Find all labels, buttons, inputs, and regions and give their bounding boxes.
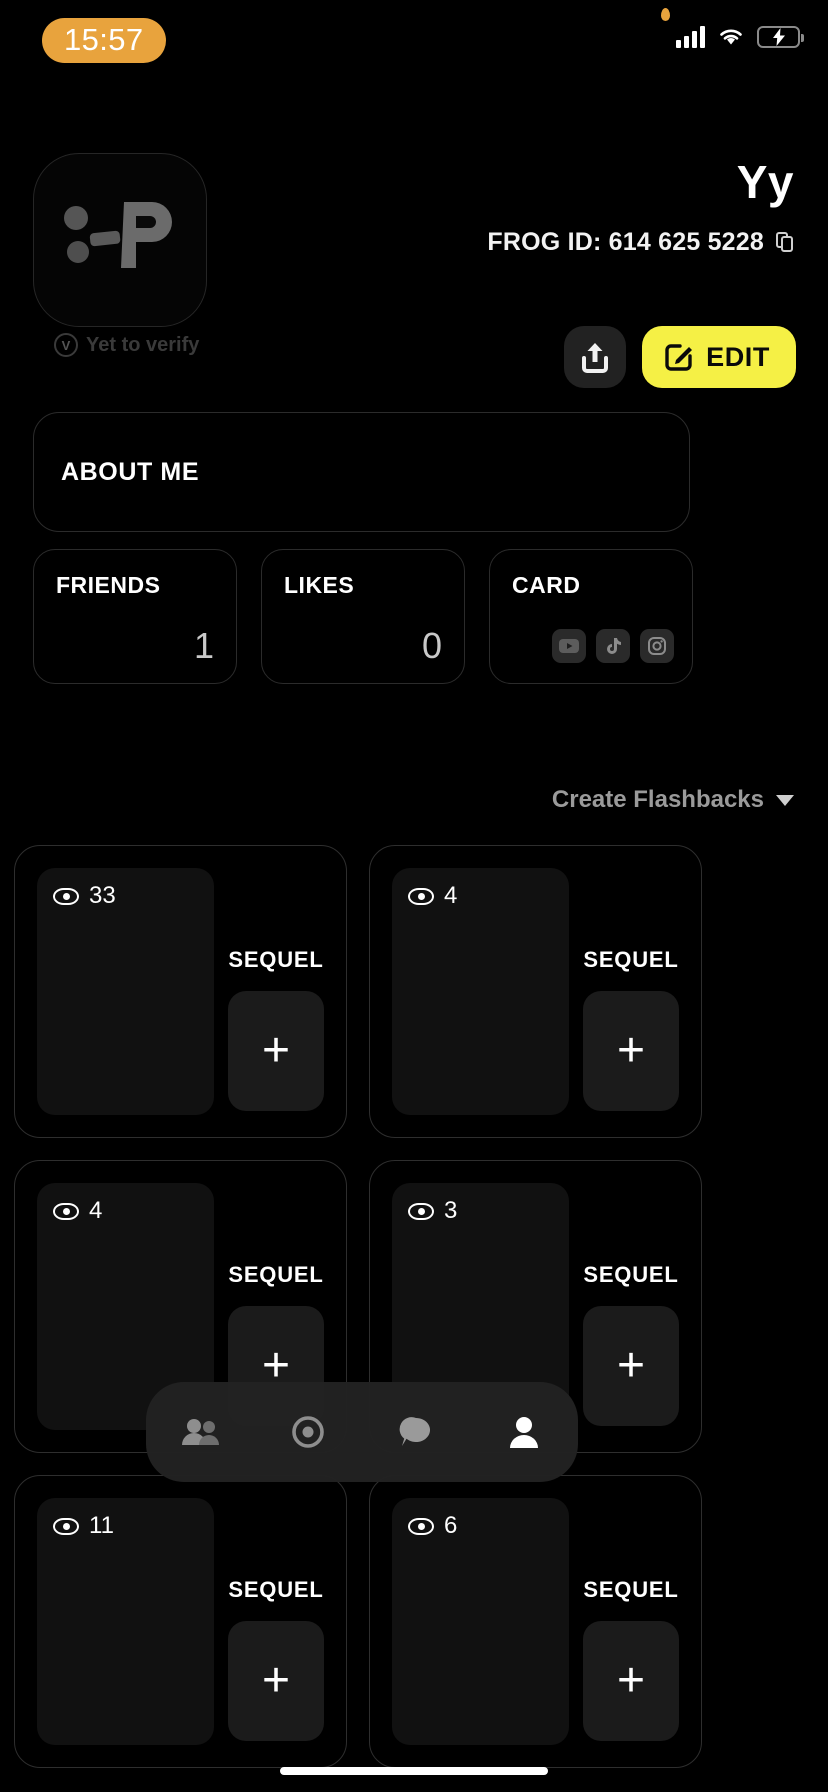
nav-item-chat[interactable] [384, 1400, 448, 1464]
view-count: 11 [53, 1512, 114, 1540]
page-title: Yy [736, 156, 794, 208]
stat-label: FRIENDS [56, 572, 161, 598]
flashback-card[interactable]: 33 SEQUEL + [14, 845, 347, 1138]
frog-id-label: FROG ID: 614 625 5228 [487, 228, 764, 256]
home-indicator [280, 1767, 548, 1775]
view-count: 4 [53, 1197, 102, 1225]
sequel-label: SEQUEL [228, 1262, 324, 1287]
stat-card-card[interactable]: CARD [489, 549, 693, 684]
pencil-square-icon [665, 344, 693, 371]
about-me-card[interactable]: ABOUT ME [33, 412, 690, 532]
flashbacks-grid: 33 SEQUEL + 4 SEQUEL + 4 SEQUEL + 3 SEQU… [14, 845, 814, 1768]
chevron-down-icon [776, 794, 794, 806]
stat-card-friends[interactable]: FRIENDS 1 [33, 549, 237, 684]
flashback-thumbnail[interactable]: 6 [392, 1498, 569, 1745]
share-upload-icon [582, 343, 609, 373]
view-count: 6 [408, 1512, 457, 1540]
profile-person-icon [510, 1417, 538, 1448]
add-sequel-button[interactable]: + [228, 991, 324, 1111]
eye-icon [408, 887, 434, 905]
eye-icon [53, 887, 79, 905]
flashback-card[interactable]: 4 SEQUEL + [369, 845, 702, 1138]
stat-label: LIKES [284, 572, 355, 598]
nav-item-friends[interactable] [168, 1400, 232, 1464]
wifi-icon [720, 29, 742, 45]
status-icons [676, 26, 804, 48]
camera-record-icon [292, 1416, 324, 1448]
friends-icon [182, 1419, 219, 1445]
edit-button-label: EDIT [706, 341, 770, 372]
nav-item-camera[interactable] [276, 1400, 340, 1464]
eye-icon [53, 1202, 79, 1220]
tiktok-icon[interactable] [596, 629, 630, 663]
flashback-thumbnail[interactable]: 11 [37, 1498, 214, 1745]
sequel-label: SEQUEL [583, 1262, 679, 1287]
youtube-icon[interactable] [552, 629, 586, 663]
stat-label: CARD [512, 572, 581, 598]
add-sequel-button[interactable]: + [583, 1306, 679, 1426]
verify-badge-icon: V [54, 333, 78, 357]
eye-icon [53, 1517, 79, 1535]
header-actions: EDIT [564, 326, 796, 388]
create-flashbacks-dropdown[interactable]: Create Flashbacks [552, 786, 794, 814]
avatar[interactable] [33, 153, 207, 327]
sequel-label: SEQUEL [228, 947, 324, 972]
verify-status-label: Yet to verify [86, 333, 200, 356]
signal-bars-icon [676, 26, 705, 48]
sequel-label: SEQUEL [228, 1577, 324, 1602]
about-me-title: ABOUT ME [61, 457, 200, 486]
view-count: 33 [53, 882, 116, 910]
app-screen: 15:57 V Yet to verify Yy FROG ID: 614 62… [0, 0, 828, 1792]
view-count-value: 11 [89, 1512, 114, 1539]
create-flashbacks-label: Create Flashbacks [551, 786, 764, 813]
flashback-thumbnail[interactable]: 4 [392, 868, 569, 1115]
eye-icon [408, 1517, 434, 1535]
add-sequel-button[interactable]: + [583, 1621, 679, 1741]
add-sequel-button[interactable]: + [228, 1621, 324, 1741]
stats-row: FRIENDS 1 LIKES 0 CARD [33, 549, 693, 684]
stat-value-likes: 0 [421, 625, 442, 666]
copy-icon[interactable] [776, 231, 794, 254]
status-bar: 15:57 [0, 0, 828, 90]
charging-bolt-icon [772, 28, 785, 46]
view-count-value: 6 [444, 1512, 458, 1539]
instagram-icon[interactable] [640, 629, 674, 663]
share-button[interactable] [564, 326, 627, 388]
view-count-value: 4 [444, 882, 458, 909]
sequel-label: SEQUEL [583, 1577, 679, 1602]
add-sequel-button[interactable]: + [583, 991, 679, 1111]
view-count-value: 3 [444, 1197, 458, 1224]
view-count: 4 [408, 882, 457, 910]
edit-button[interactable]: EDIT [642, 326, 796, 388]
eye-icon [408, 1202, 434, 1220]
frog-p-logo [64, 202, 172, 268]
view-count: 3 [408, 1197, 457, 1225]
stat-card-likes[interactable]: LIKES 0 [261, 549, 465, 684]
stat-value: 1 [193, 625, 214, 666]
status-time: 15:57 [42, 18, 166, 63]
sequel-label: SEQUEL [583, 947, 679, 972]
social-links [552, 629, 674, 663]
view-count-value: 33 [89, 882, 116, 909]
orange-indicator-dot [661, 8, 670, 21]
verify-status: V Yet to verify [54, 333, 199, 357]
flashback-thumbnail[interactable]: 33 [37, 868, 214, 1115]
bottom-nav [146, 1382, 578, 1482]
frog-id-row[interactable]: FROG ID: 614 625 5228 [487, 228, 794, 257]
chat-bubble-icon [399, 1417, 431, 1446]
flashback-card[interactable]: 11 SEQUEL + [14, 1475, 347, 1768]
nav-item-profile[interactable] [492, 1400, 556, 1464]
flashback-card[interactable]: 6 SEQUEL + [369, 1475, 702, 1768]
view-count-value: 4 [89, 1197, 103, 1224]
battery-charging-icon [757, 26, 804, 48]
